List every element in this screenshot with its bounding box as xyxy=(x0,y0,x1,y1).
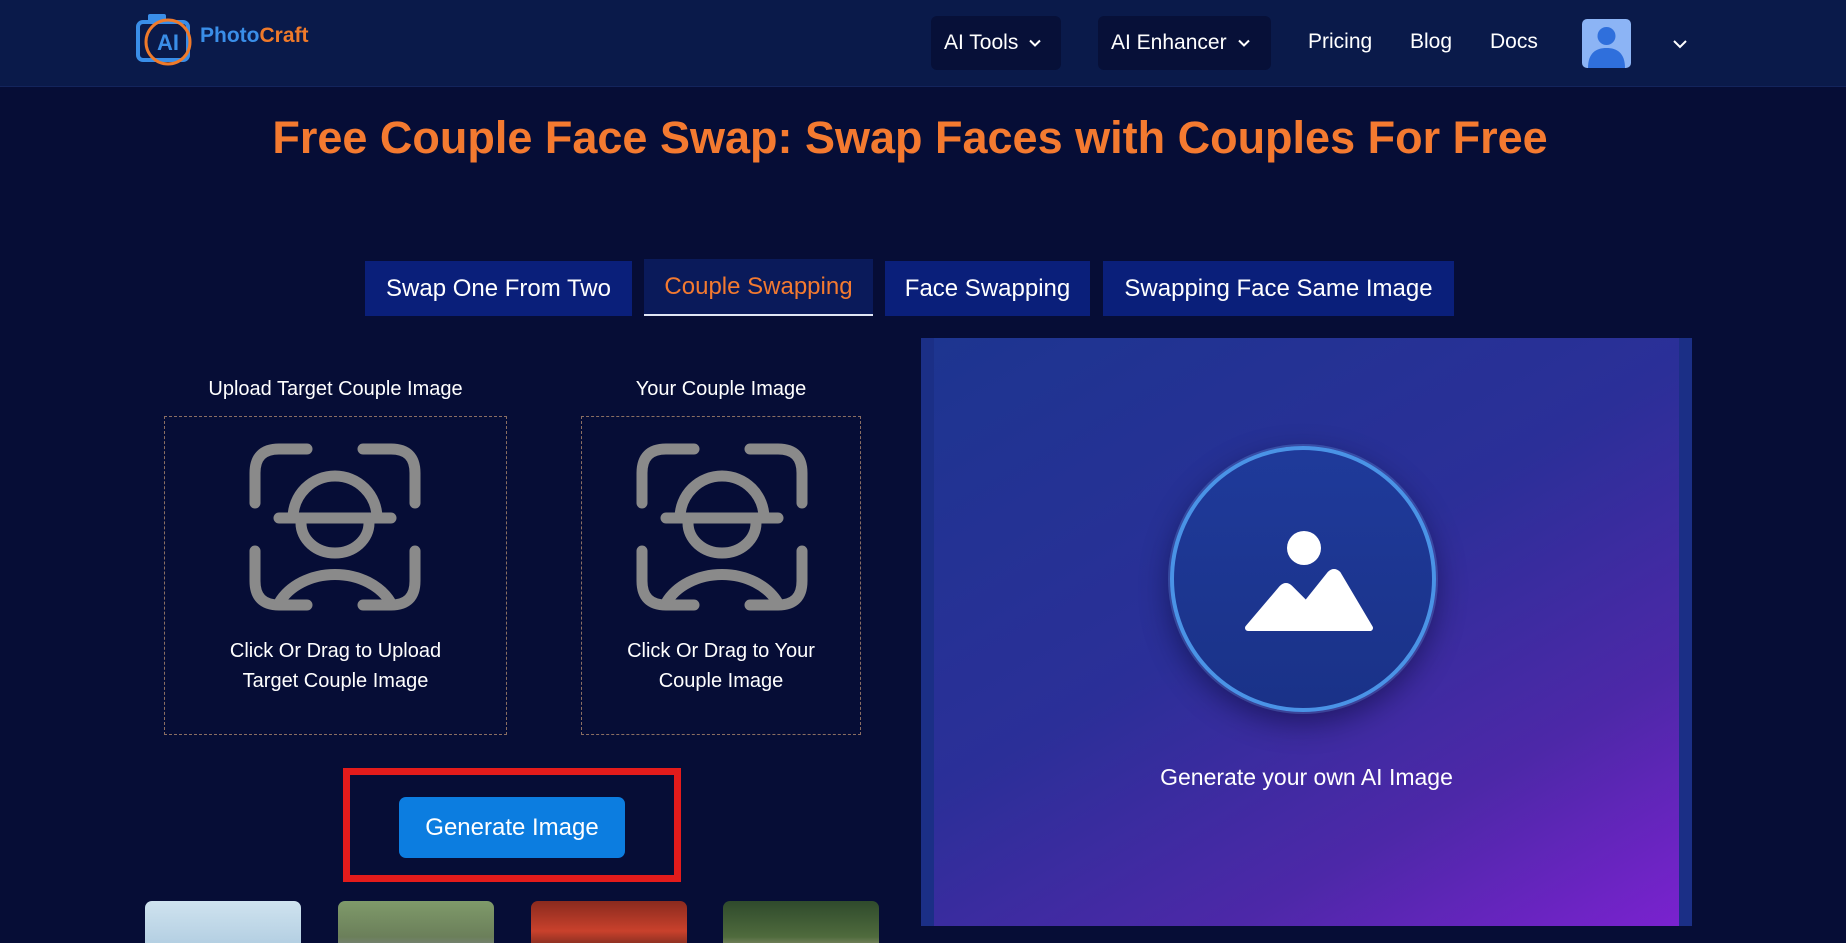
upload-target-dropzone[interactable]: Click Or Drag to Upload Target Couple Im… xyxy=(164,416,507,735)
nav-docs[interactable]: Docs xyxy=(1490,30,1538,54)
user-icon xyxy=(1588,27,1625,68)
top-navbar: AI PhotoCraft AI Tools AI Enhancer Prici… xyxy=(0,0,1846,87)
upload-target-hint: Click Or Drag to Upload Target Couple Im… xyxy=(165,636,506,696)
logo[interactable]: AI PhotoCraft xyxy=(134,10,334,68)
tab-swap-one-from-two[interactable]: Swap One From Two xyxy=(365,261,632,316)
generate-image-button[interactable]: Generate Image xyxy=(399,797,625,858)
example-thumbnail-1[interactable] xyxy=(145,901,301,943)
chevron-down-icon[interactable] xyxy=(1672,38,1688,50)
tab-swapping-face-same-image[interactable]: Swapping Face Same Image xyxy=(1103,261,1454,316)
upload-target-label: Upload Target Couple Image xyxy=(208,378,463,400)
page-title: Free Couple Face Swap: Swap Faces with C… xyxy=(272,112,1548,163)
nav-ai-enhancer[interactable]: AI Enhancer xyxy=(1098,16,1271,70)
nav-ai-enhancer-label: AI Enhancer xyxy=(1111,31,1227,54)
nav-blog[interactable]: Blog xyxy=(1410,30,1452,54)
preview-caption: Generate your own AI Image xyxy=(1160,764,1453,790)
chevron-down-icon xyxy=(1237,39,1250,47)
upload-yours-label: Your Couple Image xyxy=(635,378,807,400)
example-thumbnail-2[interactable] xyxy=(338,901,494,943)
logo-camera-icon: AI xyxy=(136,14,192,66)
nav-ai-tools-label: AI Tools xyxy=(944,31,1019,54)
nav-pricing[interactable]: Pricing xyxy=(1308,30,1372,54)
logo-text-craft: Craft xyxy=(259,24,309,47)
image-placeholder-circle xyxy=(1170,446,1436,712)
chevron-down-icon xyxy=(1029,39,1042,47)
nav-ai-tools[interactable]: AI Tools xyxy=(931,16,1061,70)
tab-couple-swapping[interactable]: Couple Swapping xyxy=(644,259,873,316)
face-scan-icon xyxy=(636,443,808,611)
image-placeholder-icon xyxy=(1245,531,1373,631)
upload-yours-dropzone[interactable]: Click Or Drag to Your Couple Image xyxy=(581,416,861,735)
face-scan-icon xyxy=(249,443,421,611)
logo-wordmark: PhotoCraft xyxy=(200,24,309,48)
upload-yours-hint-line1: Click Or Drag to Your xyxy=(627,640,815,662)
upload-yours-hint: Click Or Drag to Your Couple Image xyxy=(582,636,860,696)
example-thumbnail-4[interactable] xyxy=(723,901,879,943)
preview-panel: Generate your own AI Image xyxy=(934,338,1679,926)
svg-text:AI: AI xyxy=(157,30,179,55)
tab-face-swapping[interactable]: Face Swapping xyxy=(885,261,1090,316)
avatar[interactable] xyxy=(1582,19,1631,68)
logo-text-photo: Photo xyxy=(200,24,260,47)
upload-target-hint-line2: Target Couple Image xyxy=(242,670,429,692)
upload-yours-hint-line2: Couple Image xyxy=(658,670,784,692)
upload-target-hint-line1: Click Or Drag to Upload xyxy=(229,640,442,662)
example-thumbnail-3[interactable] xyxy=(531,901,687,943)
page: AI PhotoCraft AI Tools AI Enhancer Prici… xyxy=(0,0,1846,943)
